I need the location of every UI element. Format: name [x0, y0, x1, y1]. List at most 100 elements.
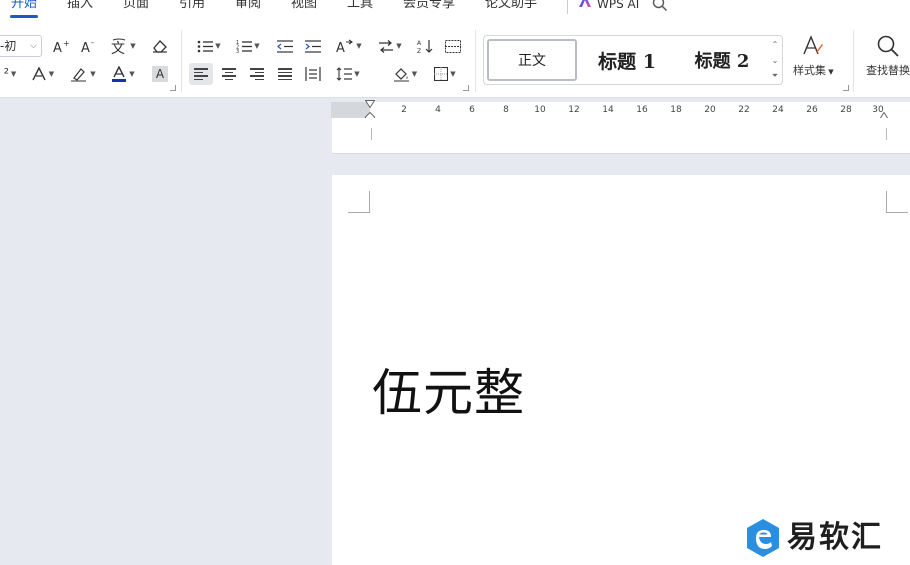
document-page[interactable]: 伍元整	[332, 175, 910, 565]
paragraph-dialog-launcher[interactable]	[463, 85, 469, 91]
style-set-button[interactable]: 样式集 ▼	[793, 34, 834, 78]
gallery-expand-icon[interactable]: ⏷	[772, 70, 778, 81]
tab-references[interactable]: 引用	[179, 0, 205, 14]
chevron-up-icon[interactable]: ⌃	[772, 39, 779, 50]
superscript-button[interactable]: ² ▼	[0, 63, 20, 85]
previous-page-bottom	[332, 118, 910, 154]
tab-home[interactable]: 开始	[11, 0, 37, 14]
crop-mark	[371, 128, 372, 140]
ruler-tick: 6	[469, 105, 475, 115]
bullet-list-button[interactable]: ▼	[195, 35, 223, 57]
align-center-icon	[222, 68, 236, 80]
line-spacing-button[interactable]: ▼	[334, 63, 362, 85]
text-direction-button[interactable]: A ▼	[334, 35, 364, 57]
svg-text:Z: Z	[417, 48, 421, 53]
outdent-icon	[277, 39, 293, 53]
paint-bucket-icon	[393, 67, 409, 81]
first-line-indent-marker-icon[interactable]	[365, 100, 375, 108]
tab-member[interactable]: 会员专享	[403, 0, 455, 14]
group-separator	[853, 30, 854, 92]
ruler-tick: 2	[401, 105, 407, 115]
ruler-tick: 22	[738, 105, 750, 115]
styles-dialog-launcher[interactable]	[843, 85, 849, 91]
ruler-tick: 4	[435, 105, 441, 115]
tab-tools[interactable]: 工具	[347, 0, 373, 14]
horizontal-ruler[interactable]: 2 4 6 8 10 12 14 16 18 20 22 24 26 28 30	[331, 100, 910, 126]
style-heading-1[interactable]: 标题 1	[586, 39, 668, 81]
highlighter-icon	[71, 67, 87, 81]
menu-bar: 开始 插入 页面 引用 审阅 视图 工具 会员专享 论文助手 WPS AI	[0, 0, 910, 22]
align-right-icon	[250, 68, 264, 80]
find-replace-button[interactable]: 查找替换	[866, 34, 910, 78]
ruler-tick: 20	[704, 105, 716, 115]
svg-text:A: A	[53, 41, 62, 53]
font-color-button[interactable]: ▼	[108, 63, 138, 85]
ruler-tick: 8	[503, 105, 509, 115]
font-color-icon	[112, 66, 127, 82]
sort-icon: AZ	[417, 40, 433, 53]
watermark-text: 易软汇	[787, 520, 883, 555]
distribute-button[interactable]	[304, 63, 322, 85]
shading-icon: A	[152, 66, 168, 82]
align-center-button[interactable]	[220, 63, 238, 85]
tab-view[interactable]: 视图	[291, 0, 317, 14]
tab-page[interactable]: 页面	[123, 0, 149, 14]
line-spacing-icon	[336, 67, 353, 81]
style-normal[interactable]: 正文	[487, 39, 577, 81]
tab-insert[interactable]: 插入	[67, 0, 93, 14]
text-effect-button[interactable]: ▼	[30, 63, 56, 85]
svg-text:-: -	[91, 39, 94, 47]
sort-button[interactable]: AZ	[416, 35, 434, 57]
chevron-down-icon[interactable]: ⌄	[772, 55, 779, 66]
clear-format-button[interactable]	[150, 35, 170, 57]
borders-button[interactable]: ▼	[430, 63, 460, 85]
ribbon-toolbar: -初 ⌵ A + A- 文 ▼ ² ▼ ▼ ▼ ▼ A ▼ 123 ▼ A ▼ …	[0, 22, 910, 98]
superscript-label: ²	[3, 66, 9, 82]
table-grid-icon	[445, 39, 461, 53]
wps-ai-label: WPS AI	[597, 0, 640, 11]
numbered-list-button[interactable]: 123 ▼	[234, 35, 262, 57]
menu-separator	[567, 0, 568, 14]
align-right-button[interactable]	[248, 63, 266, 85]
highlight-button[interactable]: ▼	[68, 63, 98, 85]
character-shading-button[interactable]: A	[150, 63, 170, 85]
increase-font-size-button[interactable]: A +	[52, 35, 70, 57]
decrease-indent-button[interactable]	[276, 35, 294, 57]
active-tab-indicator	[10, 15, 38, 18]
align-left-icon	[194, 68, 208, 80]
text-direction-icon: A	[336, 39, 354, 53]
show-formatting-button[interactable]	[444, 35, 462, 57]
swap-icon	[379, 39, 394, 53]
increase-indent-button[interactable]	[304, 35, 322, 57]
font-size-select[interactable]: -初 ⌵	[0, 35, 42, 57]
font-size-value: -初	[0, 39, 17, 53]
document-text[interactable]: 伍元整	[372, 363, 525, 423]
chevron-down-icon: ▼	[130, 42, 136, 50]
ruler-tick: 26	[806, 105, 818, 115]
shading-color-button[interactable]: ▼	[390, 63, 420, 85]
align-left-button[interactable]	[189, 63, 213, 85]
svg-text:A: A	[336, 41, 345, 53]
justify-button[interactable]	[276, 63, 294, 85]
tab-thesis-assistant[interactable]: 论文助手	[485, 0, 537, 14]
svg-text:A: A	[417, 40, 422, 47]
sort-direction-button[interactable]: ▼	[376, 35, 404, 57]
font-dialog-launcher[interactable]	[170, 85, 176, 91]
svg-text:A: A	[81, 41, 90, 53]
chevron-down-icon: ▼	[356, 42, 362, 50]
svg-text:文: 文	[111, 41, 125, 54]
tab-review[interactable]: 审阅	[235, 0, 261, 14]
gallery-scroll: ⌃ ⌄ ⏷	[770, 39, 780, 81]
style-heading-2[interactable]: 标题 2	[681, 39, 763, 81]
border-icon	[434, 67, 449, 81]
phonetic-guide-button[interactable]: 文 ▼	[108, 35, 138, 57]
search-icon[interactable]	[652, 0, 668, 12]
wps-ai-logo-icon	[579, 0, 591, 7]
ruler-tick: 16	[636, 105, 648, 115]
group-separator	[181, 30, 182, 92]
wps-ai-button[interactable]: WPS AI	[578, 0, 639, 14]
decrease-font-size-button[interactable]: A-	[80, 35, 98, 57]
font-grow-icon: A +	[53, 39, 69, 53]
numbered-list-icon: 123	[236, 40, 253, 53]
indent-icon	[305, 39, 321, 53]
